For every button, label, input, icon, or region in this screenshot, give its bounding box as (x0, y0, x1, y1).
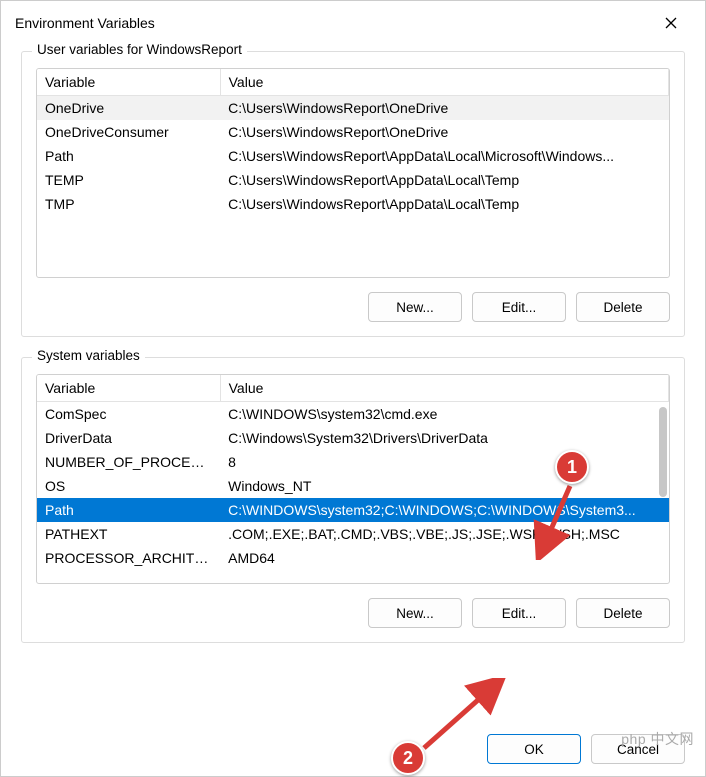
column-header-value[interactable]: Value (220, 375, 668, 402)
close-button[interactable] (651, 9, 691, 37)
user-variables-label: User variables for WindowsReport (32, 42, 247, 57)
titlebar: Environment Variables (1, 1, 705, 45)
system-buttons-row: New... Edit... Delete (36, 598, 670, 628)
cell-value: C:\Users\WindowsReport\AppData\Local\Mic… (220, 144, 668, 168)
window-title: Environment Variables (15, 15, 155, 31)
table-row[interactable]: Path C:\Users\WindowsReport\AppData\Loca… (37, 144, 669, 168)
system-delete-button[interactable]: Delete (576, 598, 670, 628)
cell-variable: OneDriveConsumer (37, 120, 220, 144)
user-variables-group: User variables for WindowsReport Variabl… (21, 51, 685, 337)
column-header-variable[interactable]: Variable (37, 69, 220, 96)
user-variables-table[interactable]: Variable Value OneDrive C:\Users\Windows… (37, 69, 669, 216)
annotation-marker-2: 2 (391, 741, 425, 775)
cell-variable: Path (37, 498, 220, 522)
annotation-marker-1: 1 (555, 450, 589, 484)
close-icon (665, 17, 677, 29)
cell-value: C:\Users\WindowsReport\OneDrive (220, 120, 668, 144)
user-delete-button[interactable]: Delete (576, 292, 670, 322)
system-variables-group: System variables Variable Value ComSpec … (21, 357, 685, 643)
user-new-button[interactable]: New... (368, 292, 462, 322)
watermark-text: php 中文网 (621, 729, 694, 749)
dialog-footer: OK Cancel (1, 730, 705, 776)
environment-variables-dialog: Environment Variables User variables for… (0, 0, 706, 777)
cell-variable: Path (37, 144, 220, 168)
system-variables-label: System variables (32, 348, 145, 363)
cell-variable: TMP (37, 192, 220, 216)
cell-variable: NUMBER_OF_PROCESSORS (37, 450, 220, 474)
dialog-content: User variables for WindowsReport Variabl… (1, 45, 705, 730)
cell-value: C:\Users\WindowsReport\AppData\Local\Tem… (220, 192, 668, 216)
user-edit-button[interactable]: Edit... (472, 292, 566, 322)
table-row[interactable]: DriverData C:\Windows\System32\Drivers\D… (37, 426, 669, 450)
cell-value: .COM;.EXE;.BAT;.CMD;.VBS;.VBE;.JS;.JSE;.… (220, 522, 668, 546)
cell-variable: PROCESSOR_ARCHITECTU... (37, 546, 220, 570)
table-row[interactable]: OneDriveConsumer C:\Users\WindowsReport\… (37, 120, 669, 144)
cell-variable: ComSpec (37, 402, 220, 427)
column-header-value[interactable]: Value (220, 69, 668, 96)
cell-value: C:\Windows\System32\Drivers\DriverData (220, 426, 668, 450)
table-row[interactable]: TEMP C:\Users\WindowsReport\AppData\Loca… (37, 168, 669, 192)
cell-variable: DriverData (37, 426, 220, 450)
table-row[interactable]: ComSpec C:\WINDOWS\system32\cmd.exe (37, 402, 669, 427)
annotation-arrow-1-icon (530, 480, 580, 560)
cell-value: C:\WINDOWS\system32\cmd.exe (220, 402, 668, 427)
cell-variable: OS (37, 474, 220, 498)
table-row[interactable]: OneDrive C:\Users\WindowsReport\OneDrive (37, 96, 669, 121)
cell-value: C:\Users\WindowsReport\AppData\Local\Tem… (220, 168, 668, 192)
cell-variable: OneDrive (37, 96, 220, 121)
cell-variable: PATHEXT (37, 522, 220, 546)
cell-value: C:\WINDOWS\system32;C:\WINDOWS;C:\WINDOW… (220, 498, 668, 522)
user-variables-table-wrap: Variable Value OneDrive C:\Users\Windows… (36, 68, 670, 278)
cell-variable: TEMP (37, 168, 220, 192)
scrollbar-thumb[interactable] (659, 407, 667, 497)
cell-value: 8 (220, 450, 668, 474)
cell-value: AMD64 (220, 546, 668, 570)
column-header-variable[interactable]: Variable (37, 375, 220, 402)
cell-value: Windows_NT (220, 474, 668, 498)
user-buttons-row: New... Edit... Delete (36, 292, 670, 322)
system-edit-button[interactable]: Edit... (472, 598, 566, 628)
annotation-arrow-2-icon (418, 678, 508, 758)
cell-value: C:\Users\WindowsReport\OneDrive (220, 96, 668, 121)
system-new-button[interactable]: New... (368, 598, 462, 628)
table-row[interactable]: TMP C:\Users\WindowsReport\AppData\Local… (37, 192, 669, 216)
